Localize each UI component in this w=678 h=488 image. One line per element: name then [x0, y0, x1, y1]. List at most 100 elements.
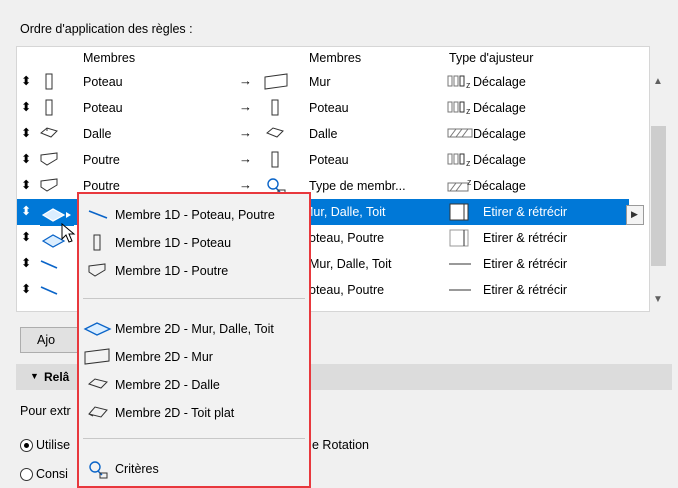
column-icon: [93, 234, 101, 251]
column-icon: [45, 99, 53, 116]
chevron-right-icon: ▶: [631, 209, 638, 219]
svg-text:z: z: [466, 80, 471, 90]
triangle-down-icon: ▼: [30, 371, 39, 381]
arrow-icon: →: [239, 151, 252, 166]
scrollbar-thumb[interactable]: [651, 126, 666, 266]
menu-separator: [83, 438, 305, 439]
table-row[interactable]: ⬍ Poutre → Poteau z Décalage: [17, 147, 629, 173]
member-right-label: Mur, Dalle, Toit: [303, 205, 386, 219]
mouse-cursor-icon: [61, 222, 76, 243]
menu-item-2d-slab[interactable]: Membre 2D - Dalle: [79, 372, 309, 398]
drag-handle-icon[interactable]: ⬍: [21, 73, 31, 88]
adjuster-label: Etirer & rétrécir: [483, 257, 568, 271]
drag-handle-icon[interactable]: ⬍: [21, 229, 31, 244]
member-left-label: Poteau: [83, 101, 123, 115]
column-icon: [271, 151, 279, 168]
svg-text:z: z: [466, 158, 471, 168]
menu-item-1d-column-beam[interactable]: Membre 1D - Poteau, Poutre: [79, 202, 309, 228]
drag-handle-icon[interactable]: ⬍: [21, 255, 31, 270]
menu-item-2d-wall-slab-roof[interactable]: Membre 2D - Mur, Dalle, Toit: [79, 316, 309, 342]
member-right-label: Poteau: [309, 101, 349, 115]
member-right-label: Mur: [309, 75, 331, 89]
arrow-icon: →: [239, 73, 252, 88]
offset-slab-adjuster-icon: z: [447, 177, 472, 192]
member-type-menu: Membre 1D - Poteau, Poutre Membre 1D - P…: [77, 192, 311, 488]
drag-handle-icon[interactable]: ⬍: [21, 151, 31, 166]
arrow-icon: →: [239, 99, 252, 114]
table-row[interactable]: ⬍ Dalle → Dalle Décalage: [17, 121, 629, 147]
stretch-line-adjuster-icon: [449, 289, 471, 291]
menu-item-1d-beam[interactable]: Membre 1D - Poutre: [79, 258, 309, 284]
drag-handle-icon[interactable]: ⬍: [21, 177, 31, 192]
member-2d-icon: [83, 322, 112, 336]
menu-item-2d-wall[interactable]: Membre 2D - Mur: [79, 344, 309, 370]
adjuster-label: Etirer & rétrécir: [483, 283, 568, 297]
adjuster-label: Décalage: [473, 127, 526, 141]
member-1d-icon: [40, 260, 58, 269]
column-icon: [45, 73, 53, 90]
table-scrollbar[interactable]: ▲ ▼: [650, 46, 667, 312]
menu-item-criteria[interactable]: Critères: [79, 456, 309, 482]
svg-text:z: z: [467, 177, 472, 187]
slab-icon: [266, 127, 284, 138]
member-right-label: Poteau: [309, 153, 349, 167]
adjuster-label: Décalage: [473, 101, 526, 115]
drag-handle-icon[interactable]: ⬍: [21, 99, 31, 114]
drag-handle-icon[interactable]: ⬍: [21, 203, 31, 218]
wall-icon: [264, 73, 288, 90]
menu-separator: [83, 298, 305, 299]
adjuster-label: Décalage: [473, 179, 526, 193]
section-title: Ordre d'application des règles :: [20, 22, 193, 36]
member-1d-icon: [40, 286, 58, 295]
member-left-label: Poutre: [83, 153, 120, 167]
wall-icon: [84, 348, 110, 365]
criteria-icon: [89, 461, 108, 479]
radio-utilise-label: Utilise: [36, 438, 71, 452]
column-icon: [271, 99, 279, 116]
menu-item-2d-flat-roof[interactable]: Membre 2D - Toit plat: [79, 400, 309, 426]
stretch-line-adjuster-icon: [449, 263, 471, 265]
beam-icon: [88, 263, 106, 277]
member-1d-icon: [88, 210, 108, 219]
member-left-label: Poteau: [83, 75, 123, 89]
member-left-label: Dalle: [83, 127, 112, 141]
adjuster-label: Décalage: [473, 153, 526, 167]
beam-icon: [40, 178, 58, 192]
radio-utilise[interactable]: [20, 439, 33, 452]
member-right-label: oteau, Poutre: [309, 231, 385, 245]
collapse-section-label: Relâ: [44, 370, 70, 384]
member-left-label: Poutre: [83, 179, 120, 193]
scroll-down-icon[interactable]: ▼: [653, 294, 663, 305]
adjuster-label: Etirer & rétrécir: [483, 205, 568, 219]
offset-slab-adjuster-icon: [447, 128, 473, 138]
member-right-label: Type de membr...: [309, 179, 406, 193]
adjuster-label: Décalage: [473, 75, 526, 89]
stretch-adjuster-icon: [449, 229, 469, 247]
table-row[interactable]: ⬍ Poteau → Mur z Décalage: [17, 69, 629, 95]
radio-consider-label: Consi: [36, 467, 68, 481]
member-right-label: oteau, Poutre: [309, 283, 385, 297]
drag-handle-icon[interactable]: ⬍: [21, 125, 31, 140]
offset-adjuster-icon: z: [447, 75, 471, 90]
arrow-icon: →: [239, 125, 252, 140]
radio-utilise-label-tail: e Rotation: [312, 438, 369, 452]
beam-icon: [40, 152, 58, 166]
arrow-icon: →: [239, 177, 252, 192]
svg-text:z: z: [466, 106, 471, 116]
member-right-label: Mur, Dalle, Toit: [309, 257, 392, 271]
col-header-members-right[interactable]: Membres: [309, 51, 361, 65]
flat-roof-icon: [88, 406, 108, 418]
pour-text: Pour extr: [20, 404, 71, 418]
table-row[interactable]: ⬍ Poteau → Poteau z Décalage: [17, 95, 629, 121]
menu-item-1d-column[interactable]: Membre 1D - Poteau: [79, 230, 309, 256]
slab-icon: [40, 127, 58, 138]
drag-handle-icon[interactable]: ⬍: [21, 281, 31, 296]
adjuster-label: Etirer & rétrécir: [483, 231, 568, 245]
radio-consider[interactable]: [20, 468, 33, 481]
slab-icon: [87, 378, 108, 389]
scroll-up-icon[interactable]: ▲: [653, 76, 663, 87]
col-header-members-left[interactable]: Membres: [83, 51, 135, 65]
col-header-adjuster-type[interactable]: Type d'ajusteur: [449, 51, 533, 65]
adjuster-dropdown-button[interactable]: ▶: [626, 205, 644, 225]
stretch-adjuster-icon: [449, 203, 469, 221]
